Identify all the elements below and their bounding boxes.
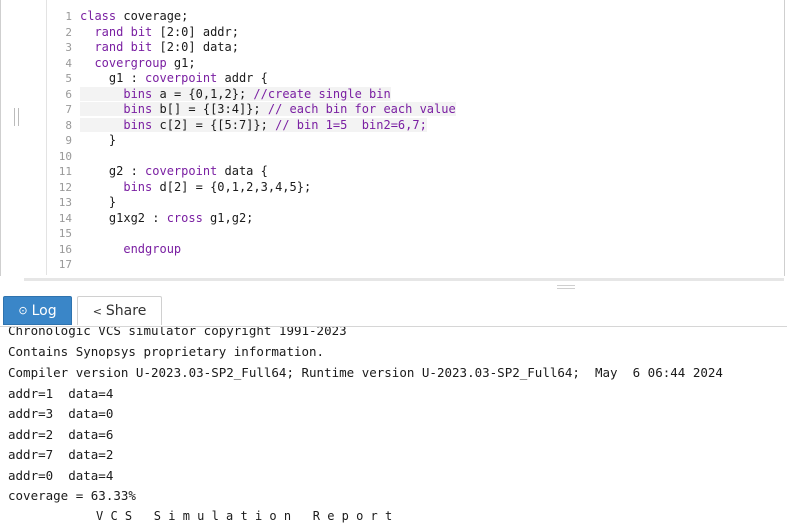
line-number: 17 [58,258,72,271]
tab-share[interactable]: < Share [77,296,162,325]
code-line[interactable]: covergroup g1; [80,56,195,70]
code-line[interactable]: rand bit [2:0] data; [80,40,239,54]
line-number: 16 [58,242,72,256]
code-lines[interactable]: 1 class coverage; 2 rand bit [2:0] addr; … [48,9,456,273]
code-line[interactable]: g1xg2 : cross g1,g2; [80,211,254,225]
log-line: Contains Synopsys proprietary informatio… [8,344,325,359]
log-line: Compiler version U-2023.03-SP2_Full64; R… [8,365,723,380]
code-line[interactable]: bins b[] = {[3:4]}; // each bin for each… [80,102,456,116]
line-number: 15 [58,227,72,240]
line-number: 6 [65,87,72,101]
line-number: 1 [65,10,72,23]
panel-resize-grip[interactable] [557,285,575,289]
line-number: 3 [65,41,72,54]
line-number: 12 [58,180,72,194]
code-line[interactable]: g1 : coverpoint addr { [80,71,268,85]
line-number: 2 [65,25,72,39]
line-number: 10 [58,149,72,163]
share-icon: < [92,304,102,318]
log-line: addr=0 data=4 [8,468,114,483]
line-number: 9 [65,134,72,147]
log-line: addr=7 data=2 [8,447,114,462]
code-editor[interactable]: 1 class coverage; 2 rand bit [2:0] addr; … [0,0,787,283]
line-number: 14 [58,211,72,225]
code-line[interactable]: endgroup [80,242,181,256]
code-line[interactable]: rand bit [2:0] addr; [80,25,239,39]
code-line[interactable]: } [80,195,116,209]
line-number: 4 [65,56,72,70]
line-number: 11 [58,165,72,178]
log-line: addr=3 data=0 [8,406,114,421]
code-line[interactable]: class coverage; [80,9,188,23]
tab-log[interactable]: ⊙ Log [3,296,72,325]
output-tab-bar: ⊙ Log < Share [0,290,787,327]
log-line: Chronologic VCS simulator copyright 1991… [8,327,347,338]
line-number: 8 [65,118,72,132]
scrollbar-track[interactable] [24,278,784,281]
left-panel-resize-handle[interactable] [14,108,19,126]
code-line[interactable]: } [80,133,116,147]
line-number: 5 [65,72,72,85]
line-number: 7 [65,103,72,116]
editor-right-border [784,0,785,283]
line-number: 13 [58,196,72,209]
code-line[interactable]: bins a = {0,1,2}; //create single bin [80,86,391,101]
tab-log-label: Log [31,302,57,319]
log-line: addr=1 data=4 [8,386,114,401]
log-line: addr=2 data=6 [8,427,114,442]
log-output[interactable]: Chronologic VCS simulator copyright 1991… [0,327,787,531]
tab-share-label: Share [105,303,147,319]
code-line[interactable]: bins c[2] = {[5:7]}; // bin 1=5 bin2=6,7… [80,117,427,132]
editor-left-border [0,0,1,283]
code-line[interactable]: g2 : coverpoint data { [80,164,268,178]
gutter-divider [46,0,47,275]
simulation-report-heading: V C S S i m u l a t i o n R e p o r t [96,509,393,523]
record-icon: ⊙ [18,304,28,317]
editor-horizontal-scrollbar[interactable] [0,276,787,283]
coverage-result: coverage = 63.33% [8,488,136,503]
code-line[interactable]: bins d[2] = {0,1,2,3,4,5}; [80,180,311,194]
